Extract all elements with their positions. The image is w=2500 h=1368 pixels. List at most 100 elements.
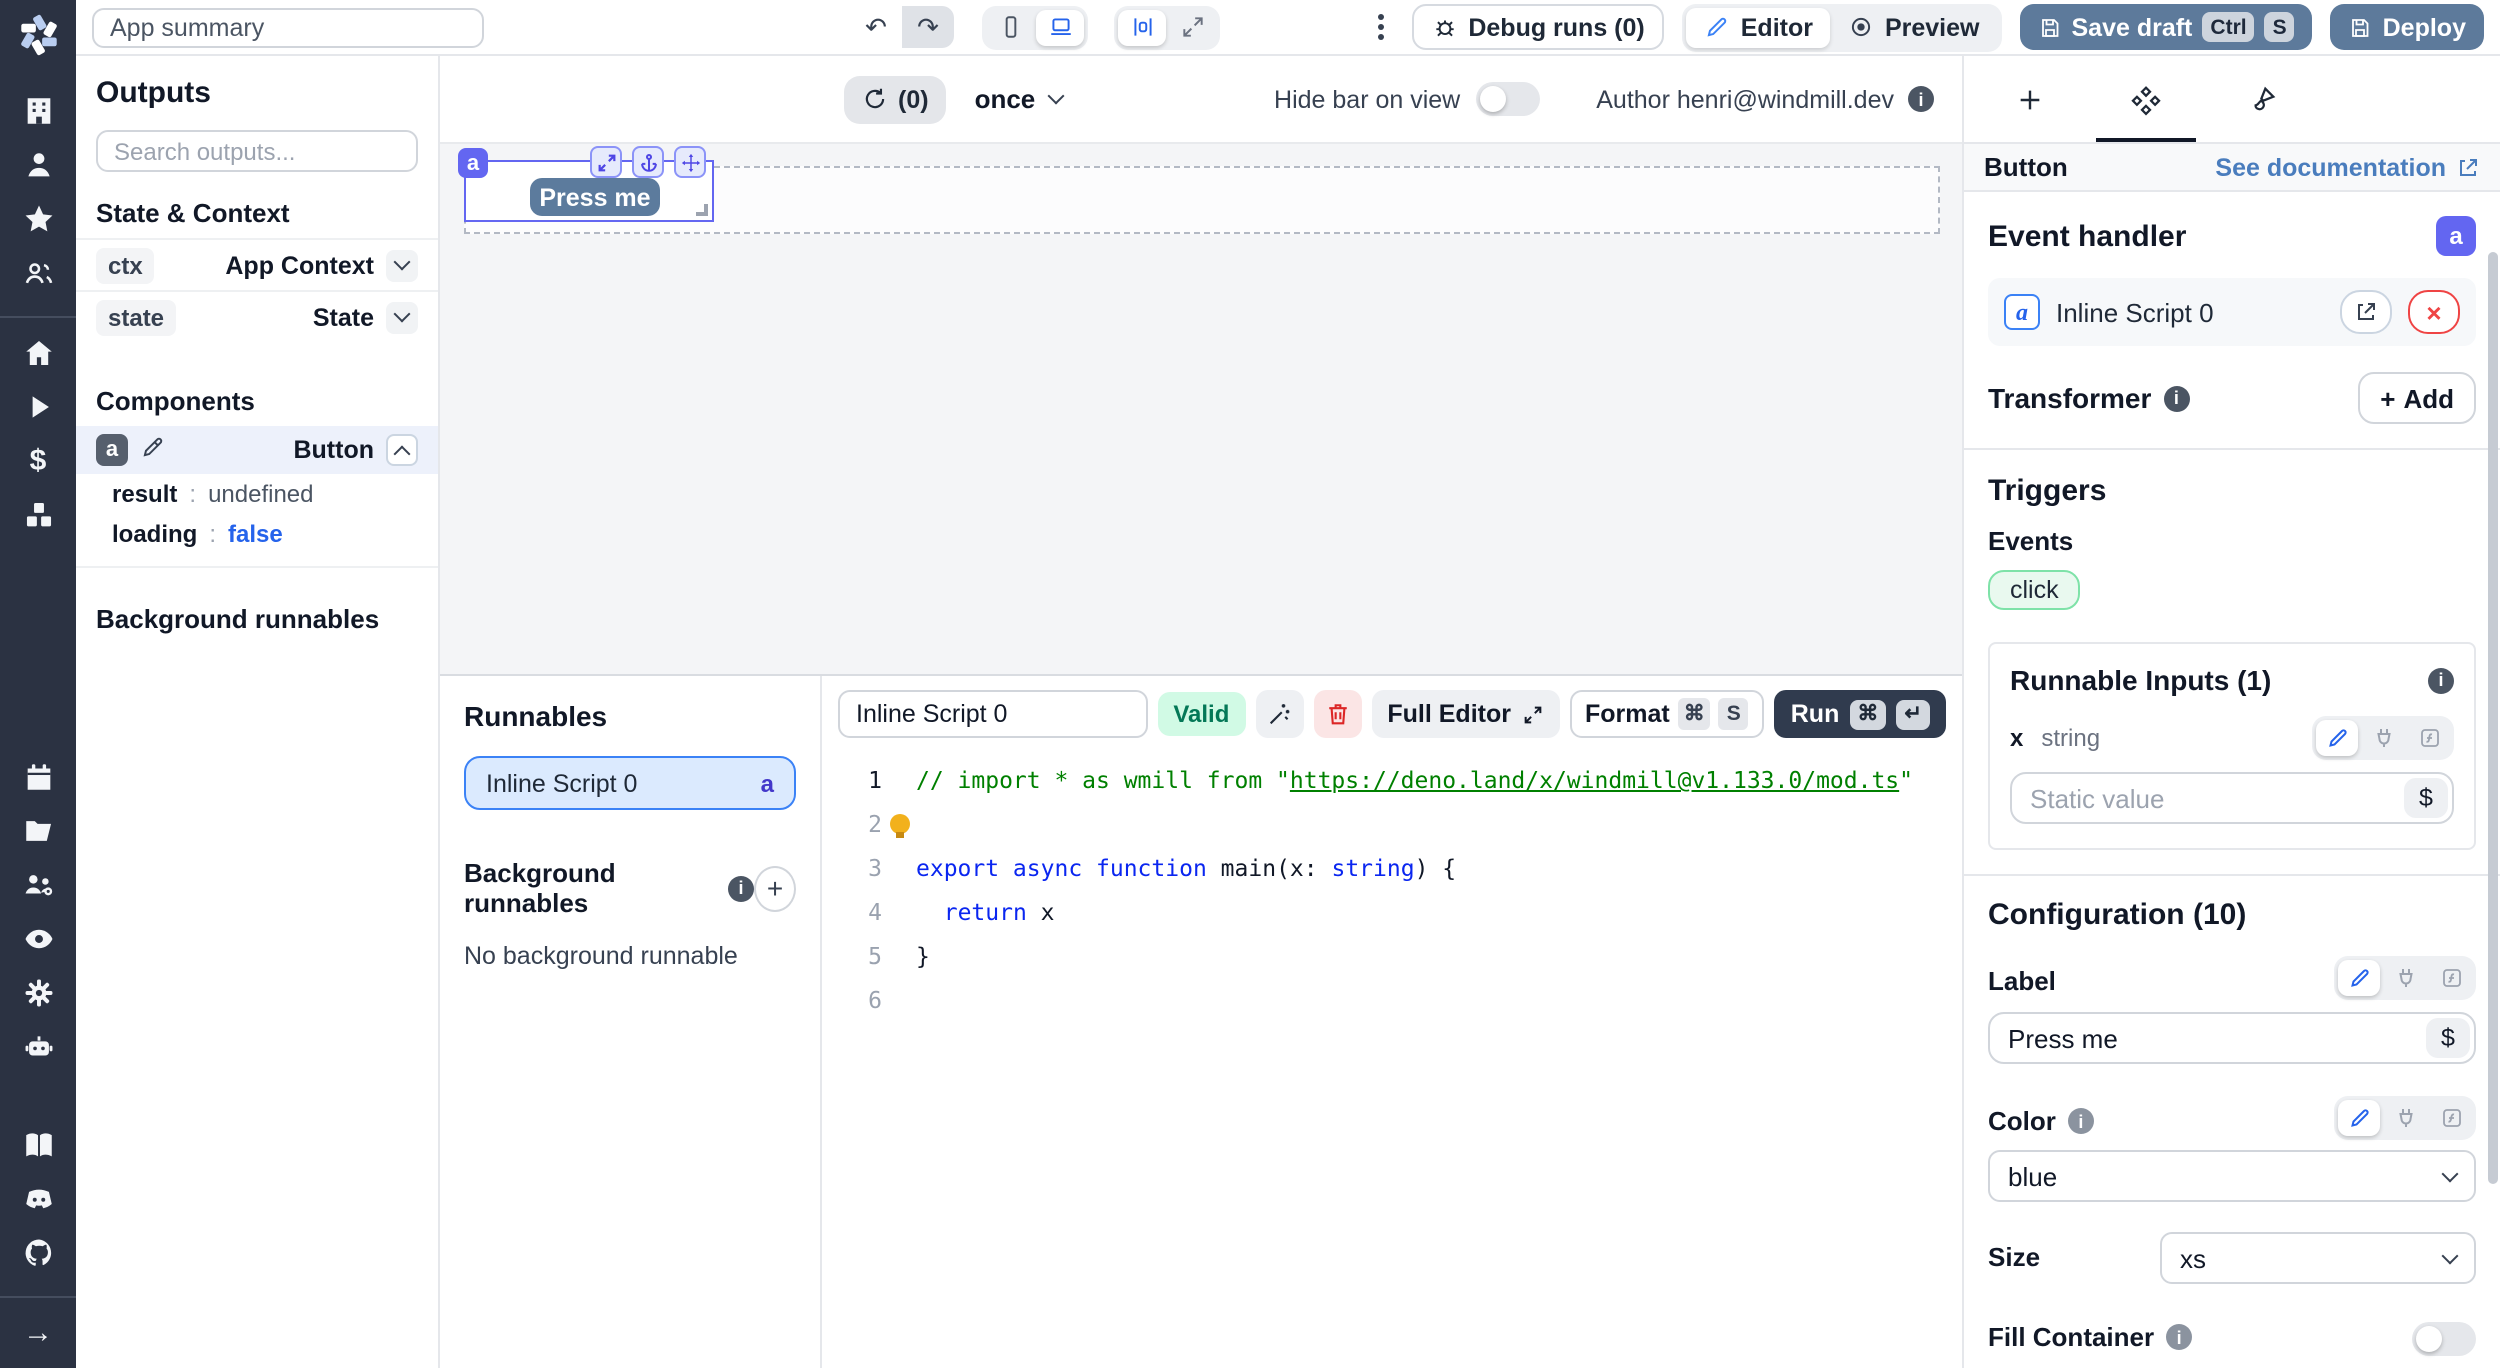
template-dollar-button[interactable]: $ [2404,778,2448,818]
anchor-handle[interactable] [632,146,664,178]
code-line[interactable]: 3export async function main(x: string) { [822,846,1962,890]
ctx-expand-button[interactable] [386,249,418,281]
windmill-logo-icon[interactable] [13,10,63,60]
github-icon[interactable] [20,1234,56,1270]
refresh-button[interactable]: (0) [844,75,947,123]
component-a-row[interactable]: a Button [76,426,438,474]
runs-play-icon[interactable] [20,388,56,424]
full-editor-button[interactable]: Full Editor [1371,690,1559,738]
debug-runs-button[interactable]: Debug runs (0) [1412,4,1664,50]
runnable-item-selected[interactable]: Inline Script 0 a [464,756,796,810]
connect-mode-button[interactable] [2384,1100,2426,1136]
kebab-menu-icon[interactable] [1378,24,1384,30]
settings-gear-icon[interactable] [20,974,56,1010]
info-icon[interactable]: i [728,875,754,901]
audit-eye-icon[interactable] [20,920,56,956]
delete-script-button[interactable] [1313,690,1361,738]
format-button[interactable]: Format ⌘ S [1569,690,1765,738]
ai-robot-icon[interactable] [20,1028,56,1064]
folders-icon[interactable] [20,812,56,848]
state-expand-button[interactable] [386,301,418,333]
remove-script-button[interactable]: × [2408,290,2460,334]
result-prop-row[interactable]: result : undefined [96,474,418,514]
info-icon[interactable]: i [2163,385,2189,411]
function-square-icon [2439,1106,2463,1130]
favorites-star-icon[interactable] [20,200,56,236]
resize-handle[interactable] [696,204,708,216]
tab-settings[interactable] [2088,56,2204,142]
tab-theme[interactable] [2204,56,2320,142]
editor-tab[interactable]: Editor [1687,7,1831,47]
ai-wand-button[interactable] [1255,690,1303,738]
eval-mode-button[interactable] [2430,960,2472,996]
run-button[interactable]: Run ⌘ ↵ [1775,690,1946,738]
event-script-row[interactable]: a Inline Script 0 × [1988,278,2476,346]
groups-icon[interactable] [20,254,56,290]
color-select[interactable]: blue [1988,1150,2476,1202]
docs-book-icon[interactable] [20,1126,56,1162]
connect-mode-button[interactable] [2384,960,2426,996]
add-transformer-button[interactable]: + Add [2358,372,2476,424]
settings-tabs [1964,56,2500,142]
code-line[interactable]: 2 [822,802,1962,846]
rename-pencil-icon[interactable] [140,434,166,466]
static-mode-button[interactable] [2338,1100,2380,1136]
schedules-calendar-icon[interactable] [20,758,56,794]
size-select[interactable]: xs [2160,1232,2476,1284]
undo-button[interactable]: ↶ [850,6,902,48]
workspace-icon[interactable] [20,92,56,128]
user-icon[interactable] [20,146,56,182]
press-me-button[interactable]: Press me [530,178,660,216]
eval-mode-button[interactable] [2408,720,2450,756]
preview-tab[interactable]: Preview [1831,7,1998,47]
app-summary-input[interactable] [92,7,484,47]
fill-container-toggle[interactable] [2412,1322,2476,1356]
hide-bar-toggle[interactable] [1476,82,1540,116]
search-outputs-input[interactable] [96,130,418,172]
collapse-arrow-icon[interactable]: → [20,1314,56,1350]
move-handle[interactable] [674,146,706,178]
info-icon[interactable]: i [2428,667,2454,693]
resources-cubes-icon[interactable] [20,496,56,532]
workers-icon[interactable] [20,866,56,902]
ctx-row[interactable]: ctx App Context [76,238,438,290]
info-icon[interactable]: i [2166,1324,2192,1350]
open-script-button[interactable] [2340,290,2392,334]
label-value-input[interactable] [1988,1012,2476,1064]
center-layout-button[interactable] [1118,9,1166,45]
save-draft-button[interactable]: Save draft Ctrl S [2020,4,2313,50]
full-width-layout-button[interactable] [1168,9,1216,45]
connect-mode-button[interactable] [2362,720,2404,756]
component-collapse-button[interactable] [386,434,418,466]
discord-icon[interactable] [20,1180,56,1216]
code-line[interactable]: 6 [822,978,1962,1022]
loading-prop-row[interactable]: loading : false [96,514,418,554]
static-mode-button[interactable] [2338,960,2380,996]
tab-insert[interactable] [1972,56,2088,142]
mobile-view-button[interactable] [986,9,1034,45]
app-canvas[interactable]: Press me a [440,144,1962,674]
deploy-button[interactable]: Deploy [2331,4,2484,50]
eval-mode-button[interactable] [2430,1100,2472,1136]
static-mode-button[interactable] [2316,720,2358,756]
script-name-input[interactable] [838,690,1147,738]
code-line[interactable]: 5} [822,934,1962,978]
desktop-view-button[interactable] [1036,9,1084,45]
code-line[interactable]: 1// import * as wmill from "https://deno… [822,758,1962,802]
info-icon[interactable]: i [2068,1108,2094,1134]
add-background-runnable-button[interactable]: + [754,865,796,911]
refresh-mode-select[interactable]: once [975,84,1062,114]
static-value-input[interactable] [2010,772,2454,824]
state-row[interactable]: state State [76,290,438,342]
author-info-icon[interactable]: i [1908,86,1934,112]
expand-handle[interactable] [590,146,622,178]
redo-button[interactable]: ↷ [902,6,954,48]
home-icon[interactable] [20,334,56,370]
code-lines[interactable]: 1// import * as wmill from "https://deno… [822,752,1962,1368]
lightbulb-icon[interactable] [889,814,909,834]
variables-dollar-icon[interactable]: $ [20,442,56,478]
see-documentation-link[interactable]: See documentation [2215,153,2480,181]
code-line[interactable]: 4 return x [822,890,1962,934]
template-dollar-button[interactable]: $ [2426,1018,2470,1058]
panel-scrollbar[interactable] [2488,252,2498,1184]
